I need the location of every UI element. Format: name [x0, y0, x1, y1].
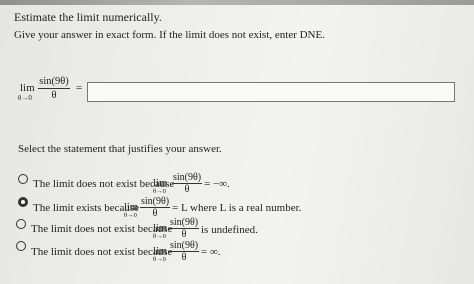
option-3-lim: lim θ→0 [153, 223, 167, 240]
option-3-suffix: is undefined. [201, 224, 258, 236]
equals-sign: = [76, 82, 83, 94]
option-4-numerator: sin(9θ) [169, 240, 199, 251]
statement-prompt: Select the statement that justifies your… [18, 143, 222, 155]
option-1-denominator: θ [184, 184, 190, 195]
option-4-lim: lim θ→0 [153, 246, 167, 263]
answer-input[interactable] [87, 82, 455, 102]
option-3-denominator: θ [181, 229, 187, 240]
limit-fraction: sin(9θ) θ [38, 76, 70, 101]
option-1-numerator: sin(9θ) [172, 172, 202, 183]
limit-expression: lim θ→0 sin(9θ) θ = [16, 74, 86, 106]
option-2-lim-sub: θ→0 [124, 212, 137, 219]
lim-subscript: θ→0 [18, 94, 32, 102]
option-3-radio[interactable] [16, 219, 26, 229]
option-4-lim-sub: θ→0 [153, 256, 166, 263]
option-4-prefix: The limit does not exist because [31, 246, 173, 258]
fraction-numerator: sin(9θ) [39, 76, 69, 87]
option-1-fraction: sin(9θ) θ [172, 172, 202, 195]
option-2-radio[interactable] [18, 197, 28, 207]
option-4-fraction: sin(9θ) θ [169, 240, 199, 263]
screen-top-edge [0, 0, 474, 5]
option-4-radio[interactable] [16, 241, 26, 251]
option-4-suffix: = ∞. [201, 246, 221, 258]
option-2-suffix: = L where L is a real number. [172, 202, 302, 214]
option-1-radio[interactable] [18, 174, 28, 184]
option-1-lim-sub: θ→0 [153, 188, 166, 195]
option-3-fraction: sin(9θ) θ [169, 217, 199, 240]
fraction-bar [38, 88, 70, 89]
question-title: Estimate the limit numerically. [14, 10, 162, 24]
question-instruction: Give your answer in exact form. If the l… [14, 29, 325, 41]
option-3-numerator: sin(9θ) [169, 217, 199, 228]
lim-word: lim [20, 82, 35, 94]
option-3-prefix: The limit does not exist because [31, 223, 173, 235]
option-2-numerator: sin(9θ) [140, 196, 170, 207]
option-4-denominator: θ [181, 252, 187, 263]
option-2-denominator: θ [152, 208, 158, 219]
fraction-denominator: θ [51, 90, 57, 101]
option-3-lim-sub: θ→0 [153, 233, 166, 240]
option-2-fraction: sin(9θ) θ [140, 196, 170, 219]
option-1-lim: lim θ→0 [153, 178, 167, 195]
option-2-lim: lim θ→0 [124, 202, 138, 219]
option-1-suffix: = −∞. [204, 178, 230, 190]
